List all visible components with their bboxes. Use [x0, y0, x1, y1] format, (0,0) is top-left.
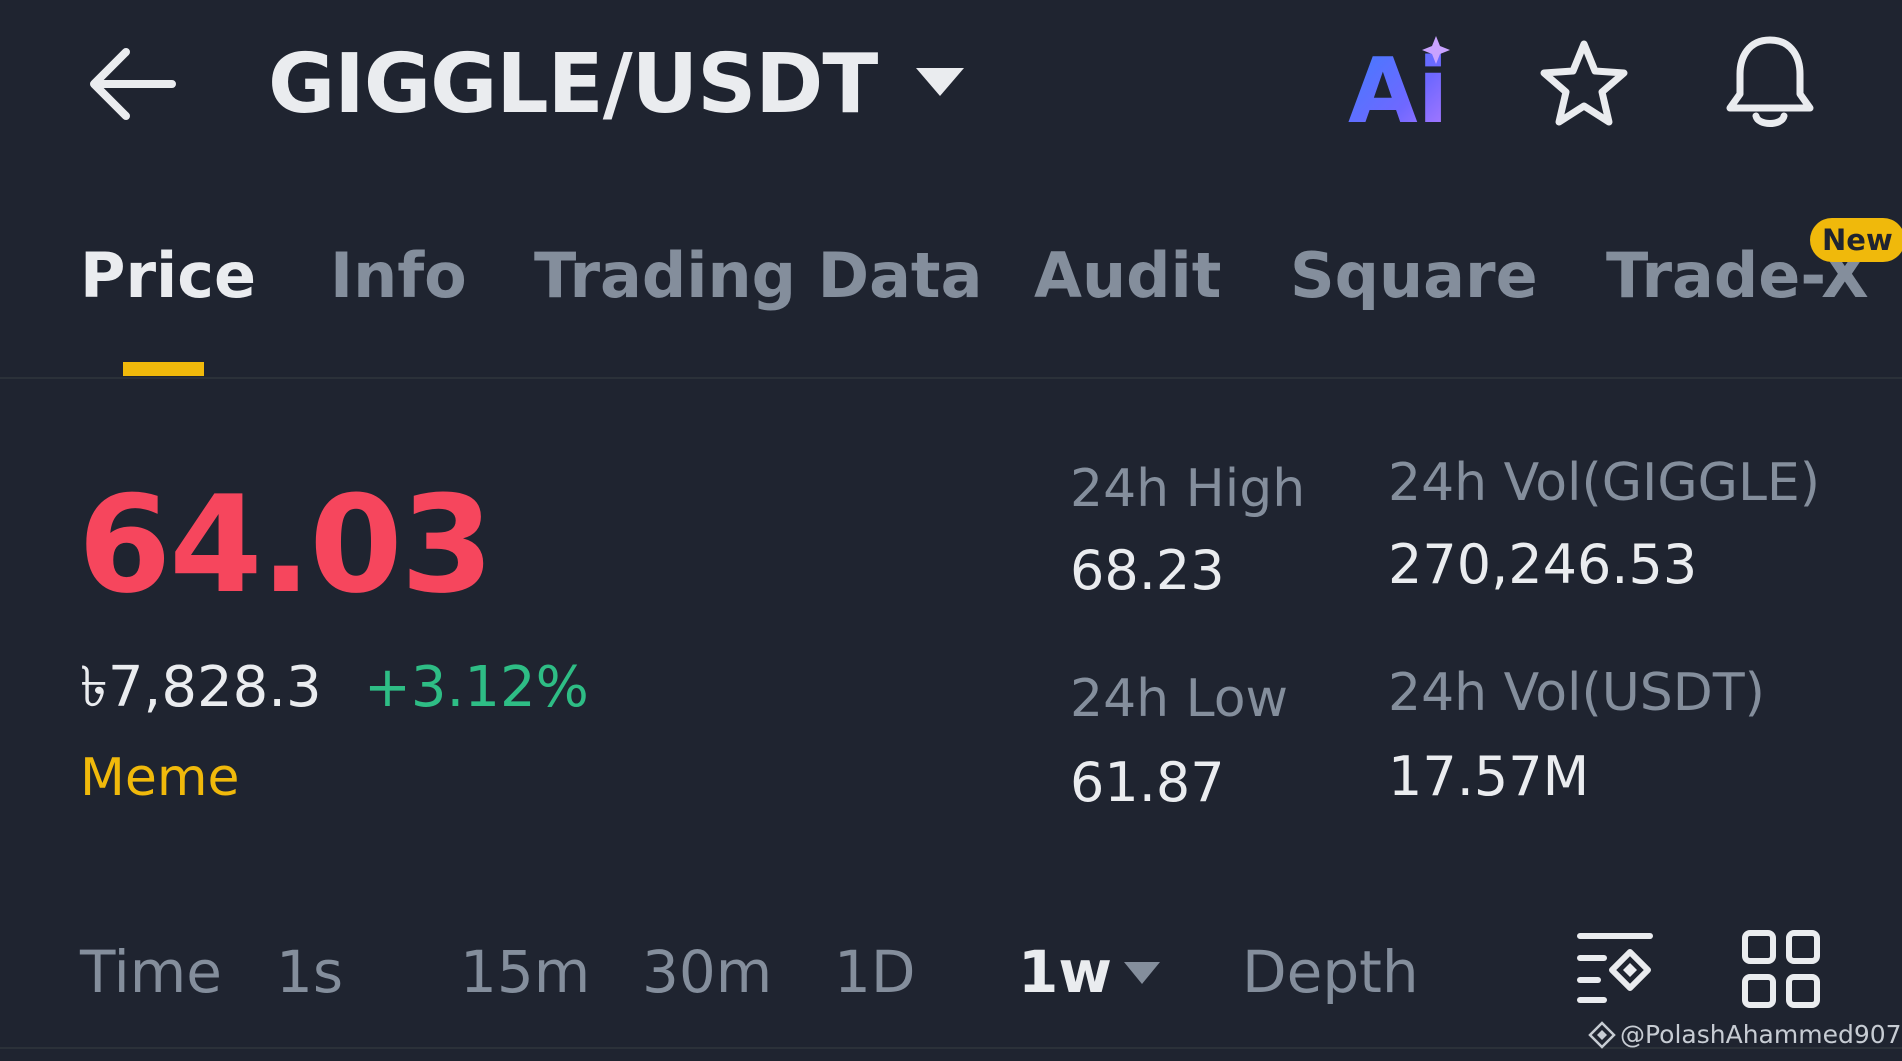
star-icon[interactable]	[1538, 38, 1630, 130]
tab-trading-data[interactable]: Trading Data	[534, 236, 982, 316]
chevron-down-icon[interactable]	[912, 62, 968, 102]
active-tab-indicator	[123, 362, 204, 376]
interval-1s[interactable]: 1s	[276, 936, 343, 1008]
tab-price[interactable]: Price	[80, 236, 256, 316]
fiat-price: ৳7,828.3	[80, 655, 322, 720]
interval-1w[interactable]: 1w	[1018, 936, 1112, 1008]
watermark-logo-icon	[1588, 1021, 1616, 1049]
tabs-divider	[0, 377, 1902, 379]
back-arrow-icon[interactable]	[88, 44, 178, 124]
interval-1d[interactable]: 1D	[834, 936, 916, 1008]
bell-icon[interactable]	[1722, 32, 1818, 132]
new-badge: New	[1810, 218, 1902, 262]
interval-depth[interactable]: Depth	[1242, 936, 1419, 1008]
bottom-divider	[0, 1047, 1902, 1049]
interval-30m[interactable]: 30m	[642, 936, 772, 1008]
tab-square[interactable]: Square	[1290, 236, 1538, 316]
interval-dropdown-icon[interactable]	[1122, 958, 1162, 986]
category-tag[interactable]: Meme	[80, 742, 240, 814]
low-24h-value: 61.87	[1070, 751, 1225, 814]
vol-base-24h-value: 270,246.53	[1388, 533, 1698, 596]
pair-title[interactable]: GIGGLE/USDT	[268, 30, 878, 140]
grid-layout-icon[interactable]	[1742, 930, 1820, 1008]
last-price: 64.03	[78, 467, 494, 623]
interval-time[interactable]: Time	[80, 936, 222, 1008]
low-24h-label: 24h Low	[1070, 669, 1289, 729]
high-24h-value: 68.23	[1070, 539, 1225, 602]
interval-15m[interactable]: 15m	[460, 936, 590, 1008]
watermark-text: @PolashAhammed9071	[1620, 1020, 1902, 1049]
vol-quote-24h-label: 24h Vol(USDT)	[1388, 663, 1765, 723]
price-change-percent: +3.12%	[364, 655, 589, 720]
indicator-settings-icon[interactable]	[1574, 930, 1656, 1006]
ai-assistant-icon[interactable]: Ai	[1348, 32, 1458, 144]
high-24h-label: 24h High	[1070, 459, 1306, 519]
tab-info[interactable]: Info	[330, 236, 467, 316]
tab-audit[interactable]: Audit	[1034, 236, 1221, 316]
vol-base-24h-label: 24h Vol(GIGGLE)	[1388, 453, 1821, 513]
vol-quote-24h-value: 17.57M	[1388, 745, 1590, 808]
